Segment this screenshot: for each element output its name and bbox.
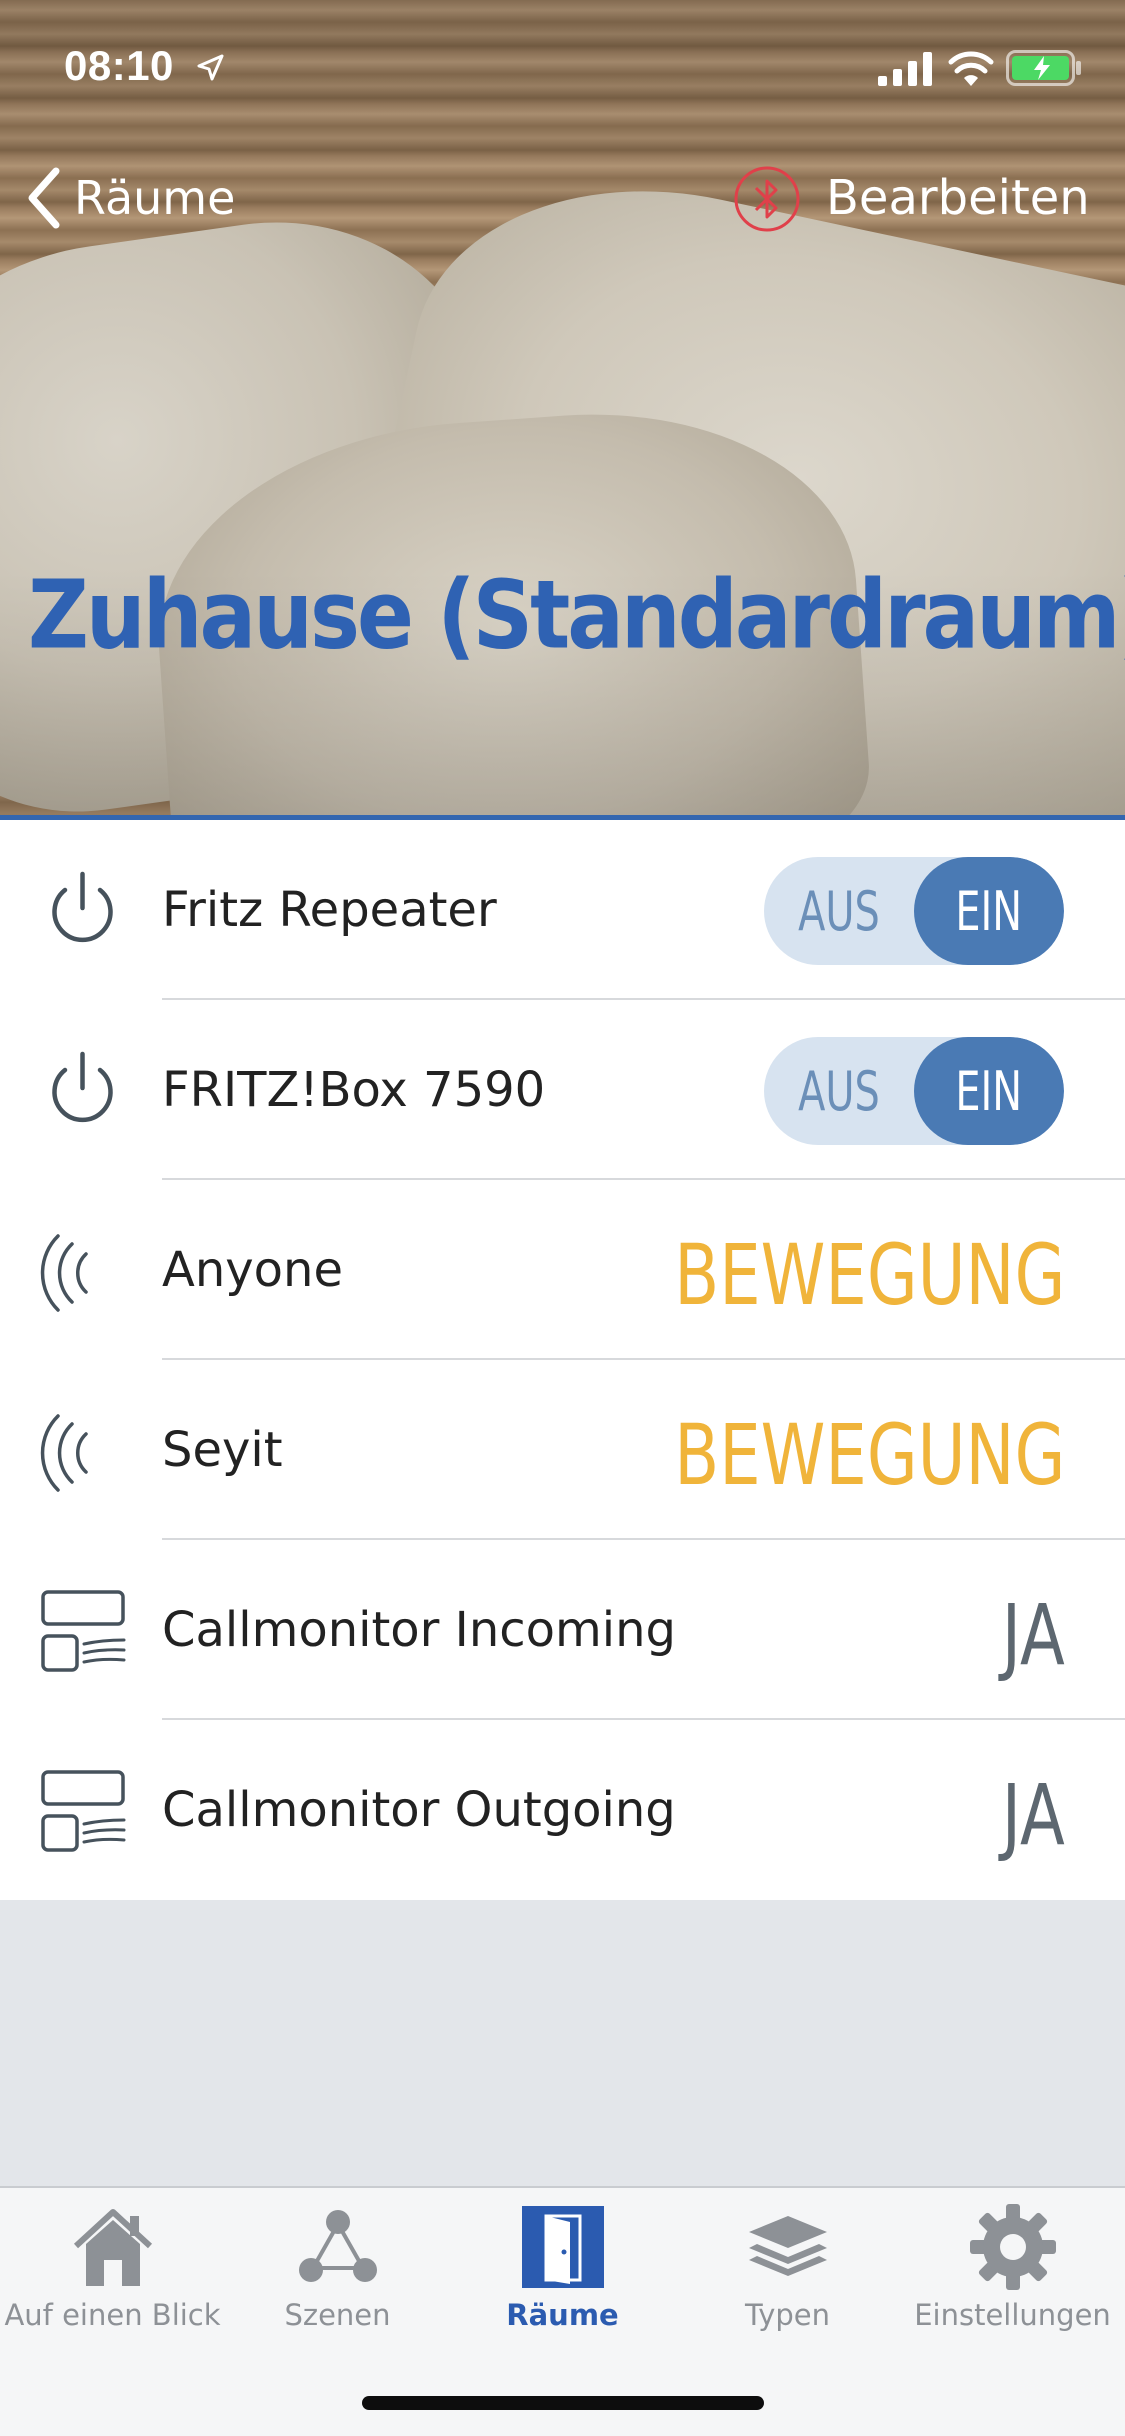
device-row-fritzbox: FRITZ!Box 7590 AUS EIN: [0, 1000, 1125, 1180]
tab-label: Räume: [506, 2298, 619, 2332]
location-arrow-icon: [197, 54, 224, 81]
power-icon: [52, 1051, 113, 1123]
device-row-fritz-repeater: Fritz Repeater AUS EIN: [0, 820, 1125, 1000]
battery-charging-icon: [1006, 50, 1081, 86]
screen: 08:10 Räume Bearbeiten Zuhause (Standard…: [0, 0, 1125, 2436]
device-name: Anyone: [162, 1242, 343, 1298]
motion-state: BEWEGUNG: [673, 1226, 1065, 1324]
device-list: Fritz Repeater AUS EIN FRITZ!Box 7590 AU…: [0, 820, 1125, 1900]
tab-label: Einstellungen: [914, 2298, 1111, 2332]
power-toggle[interactable]: AUS EIN: [764, 857, 1064, 965]
device-name: Callmonitor Incoming: [162, 1602, 676, 1658]
callmonitor-icon: [41, 1590, 126, 1672]
tab-label: Auf einen Blick: [4, 2298, 221, 2332]
motion-sensor-icon: [40, 1234, 88, 1312]
house-icon: [73, 2209, 152, 2286]
edit-button[interactable]: Bearbeiten: [826, 170, 1090, 226]
tab-label: Typen: [745, 2298, 830, 2332]
tab-types[interactable]: Typen: [675, 2188, 900, 2338]
device-row-callmonitor-incoming[interactable]: Callmonitor Incoming JA: [0, 1540, 1125, 1720]
device-name: Fritz Repeater: [162, 882, 497, 938]
home-indicator[interactable]: [362, 2396, 764, 2410]
cell-signal-icon: [878, 52, 932, 86]
toggle-on-label[interactable]: EIN: [914, 857, 1064, 965]
back-button[interactable]: Räume: [22, 158, 235, 238]
room-title: Zuhause (Standardraum): [28, 560, 1125, 670]
device-name: FRITZ!Box 7590: [162, 1062, 546, 1118]
motion-state: BEWEGUNG: [673, 1406, 1065, 1504]
chevron-left-icon: [28, 167, 60, 229]
callmonitor-icon: [41, 1770, 126, 1852]
door-icon: [521, 2206, 604, 2288]
wifi-icon: [948, 51, 994, 86]
tab-scenes[interactable]: Szenen: [225, 2188, 450, 2338]
contact-state: JA: [1002, 1586, 1065, 1684]
layers-icon: [748, 2216, 827, 2276]
power-toggle[interactable]: AUS EIN: [764, 1037, 1064, 1145]
status-time: 08:10: [64, 42, 174, 89]
status-bar: 08:10: [0, 0, 1125, 132]
device-name: Seyit: [162, 1422, 283, 1478]
toggle-on-label[interactable]: EIN: [914, 1037, 1064, 1145]
room-header-image: 08:10 Räume Bearbeiten Zuhause (Standard…: [0, 0, 1125, 820]
motion-sensor-icon: [40, 1414, 88, 1492]
tab-settings[interactable]: Einstellungen: [900, 2188, 1125, 2338]
toggle-off-label[interactable]: AUS: [778, 1037, 901, 1145]
tab-rooms[interactable]: Räume: [450, 2188, 675, 2338]
tab-label: Szenen: [284, 2298, 391, 2332]
device-row-seyit[interactable]: Seyit BEWEGUNG: [0, 1360, 1125, 1540]
toggle-off-label[interactable]: AUS: [778, 857, 901, 965]
device-row-callmonitor-outgoing[interactable]: Callmonitor Outgoing JA: [0, 1720, 1125, 1900]
bluetooth-icon[interactable]: [732, 164, 802, 234]
scenes-icon: [298, 2210, 377, 2282]
tab-overview[interactable]: Auf einen Blick: [0, 2188, 225, 2338]
contact-state: JA: [1002, 1766, 1065, 1864]
device-name: Callmonitor Outgoing: [162, 1782, 676, 1838]
back-button-label: Räume: [74, 171, 236, 225]
gear-icon: [969, 2204, 1056, 2290]
power-icon: [52, 871, 113, 943]
device-row-anyone[interactable]: Anyone BEWEGUNG: [0, 1180, 1125, 1360]
